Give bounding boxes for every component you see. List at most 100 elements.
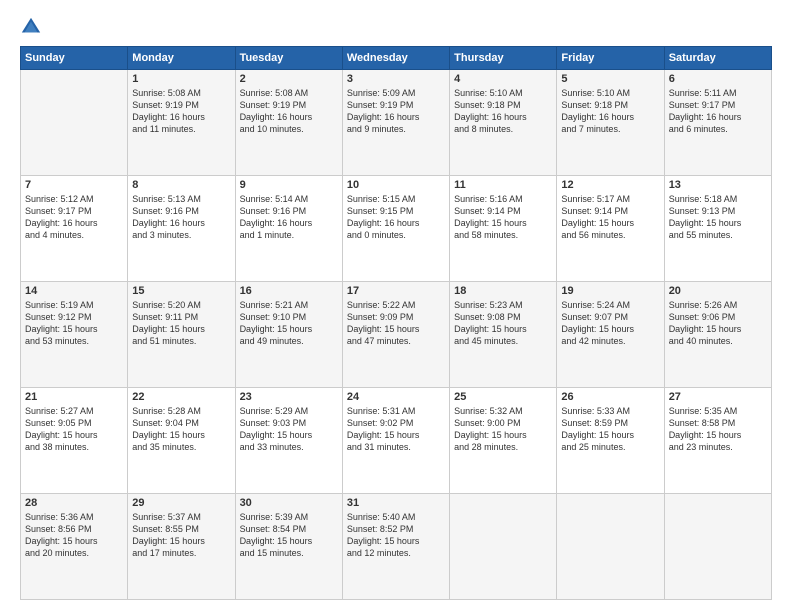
day-number: 19 bbox=[561, 285, 659, 297]
calendar-cell: 8 Sunrise: 5:13 AM Sunset: 9:16 PM Daylig… bbox=[128, 176, 235, 282]
day-info: Sunrise: 5:36 AM Sunset: 8:56 PM Dayligh… bbox=[25, 511, 123, 560]
calendar-cell: 29 Sunrise: 5:37 AM Sunset: 8:55 PM Dayli… bbox=[128, 494, 235, 600]
day-info: Sunrise: 5:19 AM Sunset: 9:12 PM Dayligh… bbox=[25, 299, 123, 348]
day-info: Sunrise: 5:33 AM Sunset: 8:59 PM Dayligh… bbox=[561, 405, 659, 454]
day-info: Sunrise: 5:14 AM Sunset: 9:16 PM Dayligh… bbox=[240, 193, 338, 242]
day-number: 8 bbox=[132, 179, 230, 191]
day-number: 6 bbox=[669, 73, 767, 85]
day-number: 7 bbox=[25, 179, 123, 191]
calendar-cell: 6 Sunrise: 5:11 AM Sunset: 9:17 PM Daylig… bbox=[664, 70, 771, 176]
calendar-week-row: 1 Sunrise: 5:08 AM Sunset: 9:19 PM Daylig… bbox=[21, 70, 772, 176]
day-info: Sunrise: 5:08 AM Sunset: 9:19 PM Dayligh… bbox=[240, 87, 338, 136]
logo bbox=[20, 16, 46, 38]
day-number: 1 bbox=[132, 73, 230, 85]
calendar-cell bbox=[450, 494, 557, 600]
day-number: 23 bbox=[240, 391, 338, 403]
calendar-cell: 19 Sunrise: 5:24 AM Sunset: 9:07 PM Dayli… bbox=[557, 282, 664, 388]
day-number: 11 bbox=[454, 179, 552, 191]
calendar-cell: 7 Sunrise: 5:12 AM Sunset: 9:17 PM Daylig… bbox=[21, 176, 128, 282]
day-number: 29 bbox=[132, 497, 230, 509]
calendar-week-row: 14 Sunrise: 5:19 AM Sunset: 9:12 PM Dayli… bbox=[21, 282, 772, 388]
calendar-week-row: 7 Sunrise: 5:12 AM Sunset: 9:17 PM Daylig… bbox=[21, 176, 772, 282]
logo-icon bbox=[20, 16, 42, 38]
day-info: Sunrise: 5:24 AM Sunset: 9:07 PM Dayligh… bbox=[561, 299, 659, 348]
day-info: Sunrise: 5:10 AM Sunset: 9:18 PM Dayligh… bbox=[561, 87, 659, 136]
calendar-week-row: 28 Sunrise: 5:36 AM Sunset: 8:56 PM Dayli… bbox=[21, 494, 772, 600]
calendar-cell: 18 Sunrise: 5:23 AM Sunset: 9:08 PM Dayli… bbox=[450, 282, 557, 388]
calendar-cell: 12 Sunrise: 5:17 AM Sunset: 9:14 PM Dayli… bbox=[557, 176, 664, 282]
day-info: Sunrise: 5:17 AM Sunset: 9:14 PM Dayligh… bbox=[561, 193, 659, 242]
calendar-day-header: Monday bbox=[128, 47, 235, 70]
day-number: 13 bbox=[669, 179, 767, 191]
calendar-cell: 31 Sunrise: 5:40 AM Sunset: 8:52 PM Dayli… bbox=[342, 494, 449, 600]
calendar-cell: 17 Sunrise: 5:22 AM Sunset: 9:09 PM Dayli… bbox=[342, 282, 449, 388]
day-info: Sunrise: 5:10 AM Sunset: 9:18 PM Dayligh… bbox=[454, 87, 552, 136]
calendar-cell: 15Sunrise: 5:20 AM Sunset: 9:11 PM Dayli… bbox=[128, 282, 235, 388]
day-number: 4 bbox=[454, 73, 552, 85]
calendar-cell: 14 Sunrise: 5:19 AM Sunset: 9:12 PM Dayli… bbox=[21, 282, 128, 388]
day-info: Sunrise: 5:23 AM Sunset: 9:08 PM Dayligh… bbox=[454, 299, 552, 348]
calendar-cell: 22 Sunrise: 5:28 AM Sunset: 9:04 PM Dayli… bbox=[128, 388, 235, 494]
day-number: 28 bbox=[25, 497, 123, 509]
day-number: 26 bbox=[561, 391, 659, 403]
calendar-day-header: Tuesday bbox=[235, 47, 342, 70]
calendar-cell: 5 Sunrise: 5:10 AM Sunset: 9:18 PM Daylig… bbox=[557, 70, 664, 176]
calendar-cell: 24Sunrise: 5:31 AM Sunset: 9:02 PM Dayli… bbox=[342, 388, 449, 494]
day-info: Sunrise: 5:39 AM Sunset: 8:54 PM Dayligh… bbox=[240, 511, 338, 560]
day-info: Sunrise: 5:40 AM Sunset: 8:52 PM Dayligh… bbox=[347, 511, 445, 560]
day-number: 18 bbox=[454, 285, 552, 297]
day-info: Sunrise: 5:16 AM Sunset: 9:14 PM Dayligh… bbox=[454, 193, 552, 242]
day-info: Sunrise: 5:31 AM Sunset: 9:02 PM Dayligh… bbox=[347, 405, 445, 454]
day-info: Sunrise: 5:28 AM Sunset: 9:04 PM Dayligh… bbox=[132, 405, 230, 454]
calendar-cell: 16 Sunrise: 5:21 AM Sunset: 9:10 PM Dayli… bbox=[235, 282, 342, 388]
page: SundayMondayTuesdayWednesdayThursdayFrid… bbox=[0, 0, 792, 612]
day-number: 22 bbox=[132, 391, 230, 403]
day-info: Sunrise: 5:37 AM Sunset: 8:55 PM Dayligh… bbox=[132, 511, 230, 560]
day-info: Sunrise: 5:27 AM Sunset: 9:05 PM Dayligh… bbox=[25, 405, 123, 454]
day-number: 20 bbox=[669, 285, 767, 297]
day-info: Sunrise: 5:13 AM Sunset: 9:16 PM Dayligh… bbox=[132, 193, 230, 242]
day-number: 2 bbox=[240, 73, 338, 85]
calendar-cell: 27Sunrise: 5:35 AM Sunset: 8:58 PM Dayli… bbox=[664, 388, 771, 494]
calendar-day-header: Saturday bbox=[664, 47, 771, 70]
day-info: Sunrise: 5:20 AM Sunset: 9:11 PM Dayligh… bbox=[132, 299, 230, 348]
day-number: 21 bbox=[25, 391, 123, 403]
day-number: 5 bbox=[561, 73, 659, 85]
calendar-day-header: Thursday bbox=[450, 47, 557, 70]
calendar-cell: 1 Sunrise: 5:08 AM Sunset: 9:19 PM Daylig… bbox=[128, 70, 235, 176]
day-info: Sunrise: 5:21 AM Sunset: 9:10 PM Dayligh… bbox=[240, 299, 338, 348]
calendar-cell: 21 Sunrise: 5:27 AM Sunset: 9:05 PM Dayli… bbox=[21, 388, 128, 494]
calendar-day-header: Sunday bbox=[21, 47, 128, 70]
day-number: 31 bbox=[347, 497, 445, 509]
calendar-day-header: Friday bbox=[557, 47, 664, 70]
day-info: Sunrise: 5:22 AM Sunset: 9:09 PM Dayligh… bbox=[347, 299, 445, 348]
day-number: 12 bbox=[561, 179, 659, 191]
day-number: 17 bbox=[347, 285, 445, 297]
calendar-cell: 9 Sunrise: 5:14 AM Sunset: 9:16 PM Daylig… bbox=[235, 176, 342, 282]
calendar-cell: 26 Sunrise: 5:33 AM Sunset: 8:59 PM Dayli… bbox=[557, 388, 664, 494]
day-info: Sunrise: 5:08 AM Sunset: 9:19 PM Dayligh… bbox=[132, 87, 230, 136]
day-number: 9 bbox=[240, 179, 338, 191]
day-info: Sunrise: 5:32 AM Sunset: 9:00 PM Dayligh… bbox=[454, 405, 552, 454]
calendar-cell: 25Sunrise: 5:32 AM Sunset: 9:00 PM Dayli… bbox=[450, 388, 557, 494]
calendar-cell: 20 Sunrise: 5:26 AM Sunset: 9:06 PM Dayli… bbox=[664, 282, 771, 388]
day-info: Sunrise: 5:11 AM Sunset: 9:17 PM Dayligh… bbox=[669, 87, 767, 136]
day-number: 14 bbox=[25, 285, 123, 297]
day-info: Sunrise: 5:12 AM Sunset: 9:17 PM Dayligh… bbox=[25, 193, 123, 242]
calendar-cell: 4 Sunrise: 5:10 AM Sunset: 9:18 PM Daylig… bbox=[450, 70, 557, 176]
day-info: Sunrise: 5:09 AM Sunset: 9:19 PM Dayligh… bbox=[347, 87, 445, 136]
calendar-cell: 13 Sunrise: 5:18 AM Sunset: 9:13 PM Dayli… bbox=[664, 176, 771, 282]
calendar-cell: 10Sunrise: 5:15 AM Sunset: 9:15 PM Dayli… bbox=[342, 176, 449, 282]
calendar-cell bbox=[21, 70, 128, 176]
calendar-cell: 23 Sunrise: 5:29 AM Sunset: 9:03 PM Dayli… bbox=[235, 388, 342, 494]
calendar-table: SundayMondayTuesdayWednesdayThursdayFrid… bbox=[20, 46, 772, 600]
day-number: 16 bbox=[240, 285, 338, 297]
day-info: Sunrise: 5:26 AM Sunset: 9:06 PM Dayligh… bbox=[669, 299, 767, 348]
day-number: 30 bbox=[240, 497, 338, 509]
calendar-day-header: Wednesday bbox=[342, 47, 449, 70]
day-info: Sunrise: 5:18 AM Sunset: 9:13 PM Dayligh… bbox=[669, 193, 767, 242]
calendar-cell: 11 Sunrise: 5:16 AM Sunset: 9:14 PM Dayli… bbox=[450, 176, 557, 282]
header bbox=[20, 16, 772, 38]
calendar-header-row: SundayMondayTuesdayWednesdayThursdayFrid… bbox=[21, 47, 772, 70]
day-info: Sunrise: 5:29 AM Sunset: 9:03 PM Dayligh… bbox=[240, 405, 338, 454]
